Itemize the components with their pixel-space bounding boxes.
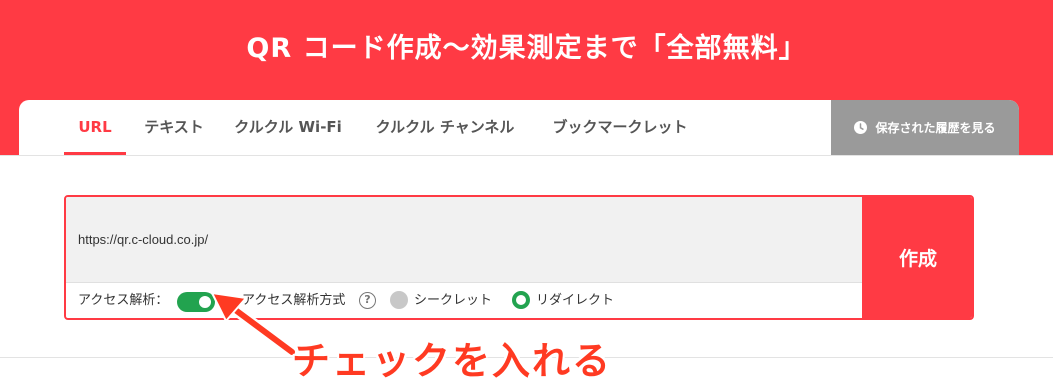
tab-bookmarklet[interactable]: ブックマークレット [547, 100, 693, 155]
view-history-button[interactable]: 保存された履歴を見る [831, 100, 1019, 155]
divider [0, 155, 1053, 156]
annotation-text: チェックを入れる [292, 339, 613, 383]
access-analysis-options: アクセス解析： アクセス解析方式 ? シークレット リダイレクト [66, 283, 862, 318]
page-title: QR コード作成〜効果測定まで「全部無料」 [246, 33, 807, 64]
secret-radio-label[interactable]: シークレット [414, 283, 492, 318]
create-button[interactable]: 作成 [862, 197, 972, 318]
toggle-knob [199, 296, 211, 308]
access-analysis-toggle[interactable] [177, 292, 215, 312]
view-history-label: 保存された履歴を見る [875, 121, 996, 135]
analysis-method-label: アクセス解析方式 [242, 293, 346, 308]
access-analysis-label: アクセス解析： [78, 293, 169, 308]
tab-bar: URL テキスト クルクル Wi-Fi クルクル チャンネル ブックマークレット… [19, 100, 1019, 155]
tab-wifi[interactable]: クルクル Wi-Fi [233, 100, 343, 155]
tab-channel[interactable]: クルクル チャンネル [370, 100, 520, 155]
redirect-radio[interactable] [512, 291, 530, 309]
redirect-radio-label[interactable]: リダイレクト [536, 283, 614, 318]
tab-text[interactable]: テキスト [140, 100, 208, 155]
tab-url[interactable]: URL [64, 100, 126, 155]
clock-icon [854, 121, 868, 134]
qr-create-form: 作成 アクセス解析： アクセス解析方式 ? シークレット リダイレクト [64, 195, 974, 320]
help-icon[interactable]: ? [359, 292, 376, 309]
secret-radio[interactable] [390, 291, 408, 309]
url-input[interactable] [66, 197, 862, 283]
